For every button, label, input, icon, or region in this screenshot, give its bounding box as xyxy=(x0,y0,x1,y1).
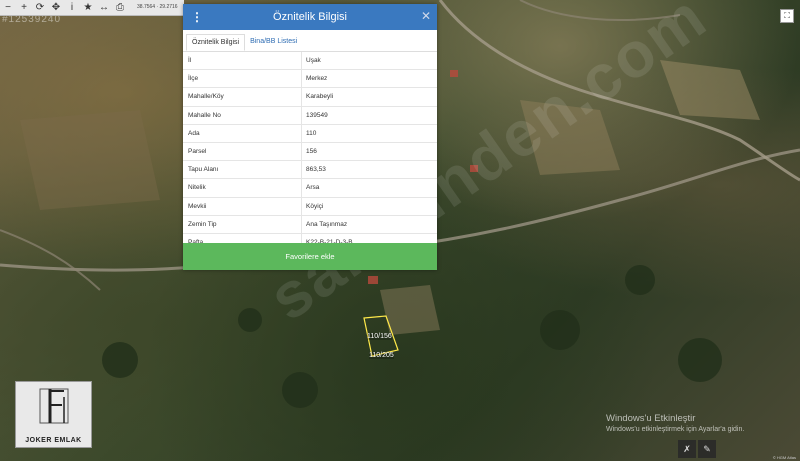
map-bottom-controls: ✗ ✎ xyxy=(678,440,716,458)
row-key: Nitelik xyxy=(183,179,302,197)
row-value: Ana Taşınmaz xyxy=(306,220,348,228)
zoom-in-icon[interactable]: + xyxy=(16,0,32,15)
coordinate-readout: 38.7564 · 29.2716 xyxy=(137,4,178,10)
row-key: Ada xyxy=(183,124,302,142)
add-to-favorites-button[interactable]: Favorilere ekle xyxy=(183,243,437,270)
row-key: Mahalle No xyxy=(183,106,302,124)
menu-icon[interactable]: ⋮ xyxy=(191,10,203,24)
row-value: 110 xyxy=(306,129,317,137)
table-row: Ada 110 xyxy=(183,124,437,143)
zoom-out-icon[interactable]: − xyxy=(0,0,16,15)
row-key: Mahalle/Köy xyxy=(183,88,302,106)
row-value: 156 xyxy=(306,148,317,156)
dialog-title: Öznitelik Bilgisi xyxy=(273,11,347,23)
windows-activation-notice: Windows'u Etkinleştir Windows'u etkinleş… xyxy=(606,413,744,433)
table-row: Nitelik Arsa xyxy=(183,179,437,198)
map-toolbar: − + ⟳ ✥ i ★ ↔ ⎙ 38.7564 · 29.2716 xyxy=(0,0,184,16)
table-row: İlçe Merkez xyxy=(183,70,437,89)
attribute-dialog: ⋮ Öznitelik Bilgisi ✕ Öznitelik Bilgisi … xyxy=(183,4,437,270)
table-row: Mahalle/Köy Karabeyli xyxy=(183,88,437,107)
info-icon[interactable]: i xyxy=(64,0,80,15)
row-value: Merkez xyxy=(306,75,328,83)
dialog-tabs: Öznitelik Bilgisi Bina/BB Listesi xyxy=(183,30,437,52)
row-value: Köyiçi xyxy=(306,202,324,210)
fullscreen-icon[interactable]: ⛶ xyxy=(780,9,794,23)
measure-icon[interactable]: ↔ xyxy=(96,0,112,15)
star-icon[interactable]: ★ xyxy=(80,0,96,15)
row-key: Tapu Alanı xyxy=(183,161,302,179)
table-row: Zemin Tip Ana Taşınmaz xyxy=(183,215,437,234)
activation-title: Windows'u Etkinleştir xyxy=(606,413,696,424)
row-key: İl xyxy=(183,52,302,70)
row-key: İlçe xyxy=(183,70,302,88)
map-credit: © HGM Atlas xyxy=(772,455,796,460)
attribute-table: İl Uşak İlçe Merkez Mahalle/Köy Karabeyli M… xyxy=(183,52,437,253)
table-row: Mahalle No 139549 xyxy=(183,106,437,125)
table-row: Parsel 156 xyxy=(183,142,437,162)
company-logo: JOKER EMLAK xyxy=(15,381,92,448)
row-value: 139549 xyxy=(306,111,328,119)
refresh-icon[interactable]: ⟳ xyxy=(32,0,48,15)
tab-building-list[interactable]: Bina/BB Listesi xyxy=(245,34,302,51)
tab-attribute-info[interactable]: Öznitelik Bilgisi xyxy=(186,34,246,51)
row-value: Uşak xyxy=(306,57,321,65)
row-key: Zemin Tip xyxy=(183,215,302,233)
dialog-header: ⋮ Öznitelik Bilgisi ✕ xyxy=(183,4,437,30)
row-value: Arsa xyxy=(306,184,320,192)
move-icon[interactable]: ✥ xyxy=(48,0,64,15)
table-row: İl Uşak xyxy=(183,52,437,71)
table-row: Mevkii Köyiçi xyxy=(183,197,437,216)
row-key: Mevkii xyxy=(183,197,302,215)
activation-subtitle: Windows'u etkinleştirmek için Ayarlar'a … xyxy=(606,426,745,433)
parcel-label[interactable]: 110/156 xyxy=(367,333,392,340)
row-value: 863,53 xyxy=(306,166,326,174)
close-icon[interactable]: ✕ xyxy=(421,9,431,23)
parcel-label[interactable]: 110/205 xyxy=(369,352,394,359)
print-icon[interactable]: ⎙ xyxy=(112,0,128,15)
company-name: JOKER EMLAK xyxy=(25,437,82,444)
table-row: Tapu Alanı 863,53 xyxy=(183,161,437,180)
pen-icon[interactable]: ✎ xyxy=(698,440,716,458)
row-key: Parsel xyxy=(183,142,302,161)
layers-off-icon[interactable]: ✗ xyxy=(678,440,696,458)
logo-mark-icon xyxy=(39,388,69,424)
row-value: Karabeyli xyxy=(306,93,334,101)
